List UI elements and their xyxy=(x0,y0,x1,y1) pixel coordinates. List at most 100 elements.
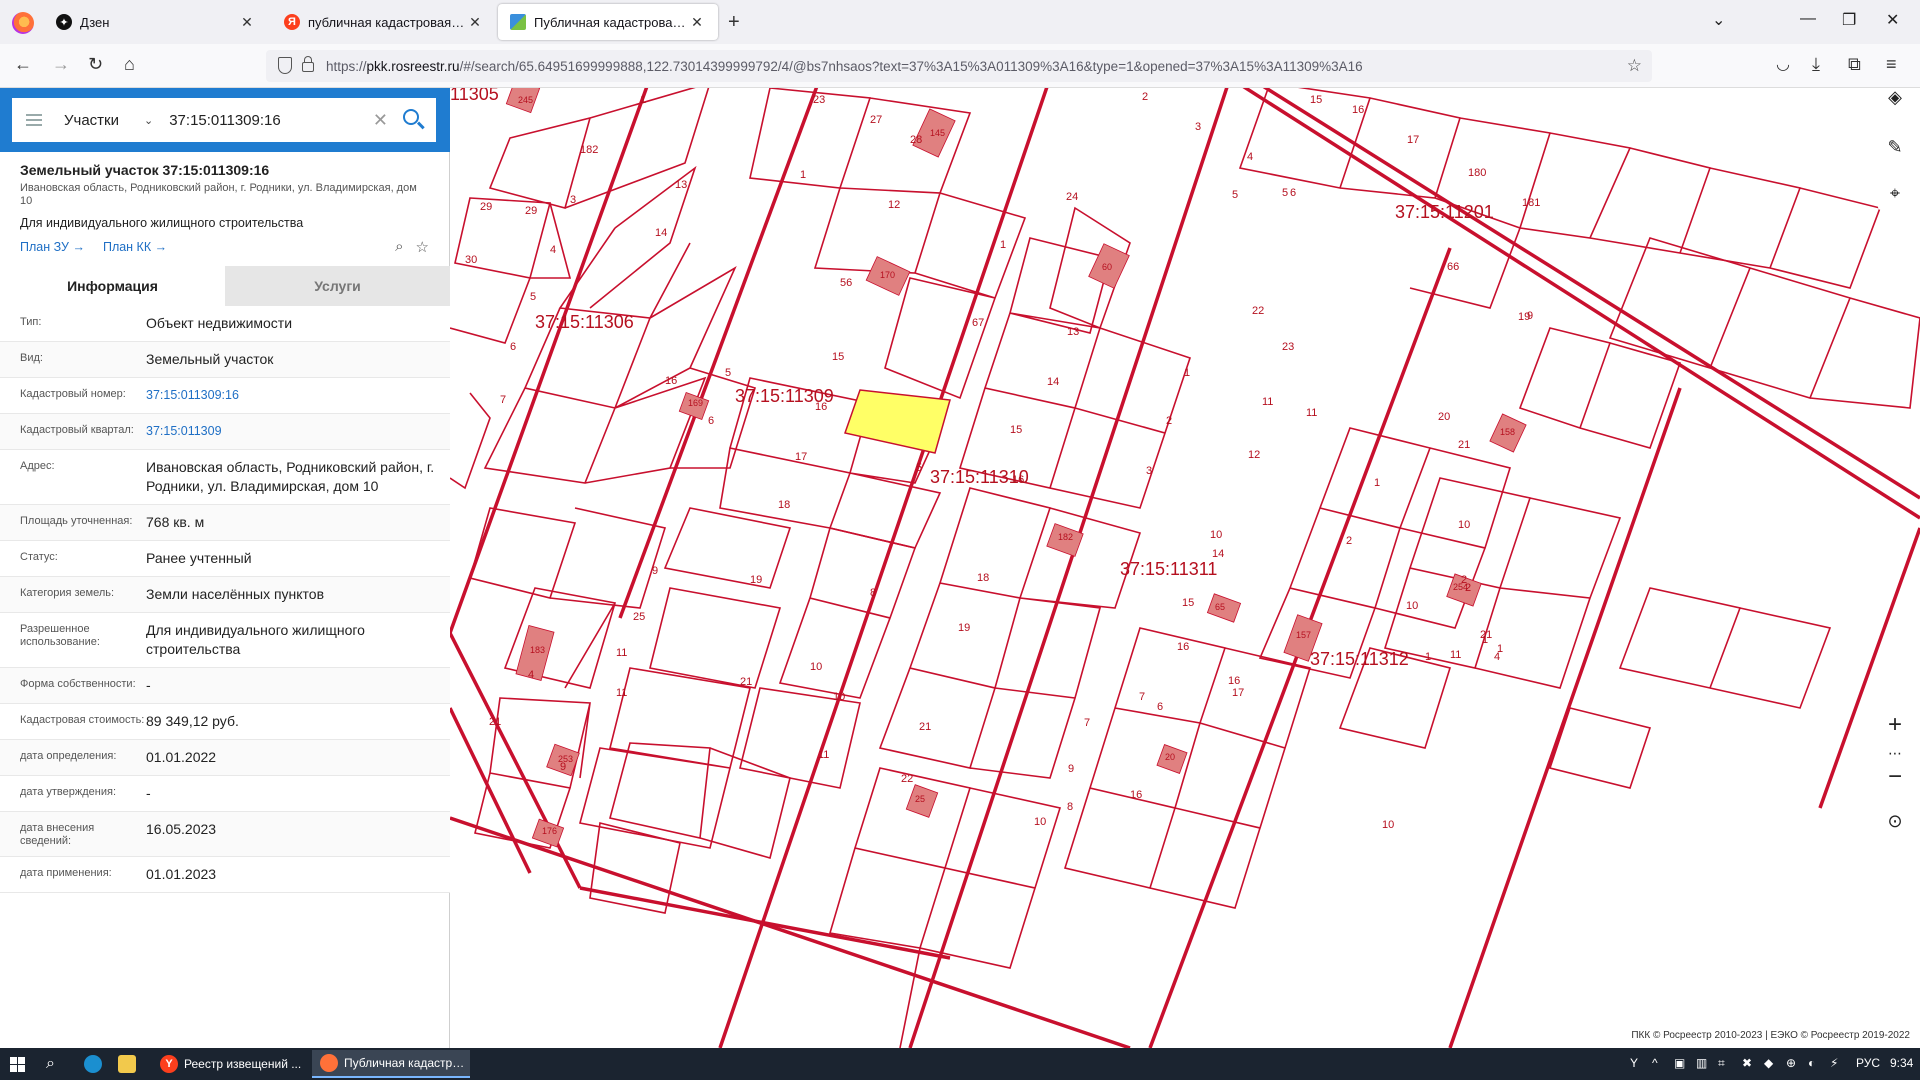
taskbar-app-yandex[interactable]: Y Реестр извещений ... xyxy=(152,1050,310,1078)
parcel-number-label: 10 xyxy=(810,661,822,673)
search-icon[interactable] xyxy=(398,105,428,135)
quarter-boundary-line xyxy=(1448,387,1682,1048)
clear-search-icon[interactable]: ✕ xyxy=(373,110,388,131)
downloads-icon[interactable]: ⤓ xyxy=(1812,54,1820,75)
tray-network-icon[interactable]: ⌗ xyxy=(1718,1056,1725,1071)
parcel-number-label: 3 xyxy=(570,194,576,206)
tab-information[interactable]: Информация xyxy=(0,266,225,306)
tray-app-icon[interactable]: ▥ xyxy=(1696,1056,1707,1070)
address-bar[interactable]: https://pkk.rosreestr.ru/#/search/65.649… xyxy=(266,50,1652,82)
menu-hamburger-icon[interactable] xyxy=(26,111,42,129)
property-row: Вид: Земельный участок xyxy=(0,342,450,378)
tray-app-icon[interactable]: ⊕ xyxy=(1786,1056,1796,1070)
firefox-logo-icon[interactable] xyxy=(12,12,34,34)
tracking-protection-icon[interactable] xyxy=(278,57,292,74)
forward-button[interactable]: → xyxy=(52,54,70,75)
zoom-to-object-icon[interactable]: ⌕ xyxy=(395,238,403,256)
restore-button[interactable]: ❐ xyxy=(1842,10,1856,30)
property-row: Разрешенное использование: Для индивидуал… xyxy=(0,613,450,668)
locate-icon[interactable]: ⌖ xyxy=(1878,176,1912,210)
clock[interactable]: 9:34 xyxy=(1890,1056,1913,1070)
parcel-number-label: 11 xyxy=(1450,649,1461,661)
layers-icon[interactable]: ◈ xyxy=(1878,88,1912,114)
parcel-number-label: 24 xyxy=(1066,191,1078,203)
tray-app-icon[interactable]: ▣ xyxy=(1674,1056,1685,1070)
close-tab-icon[interactable]: ✕ xyxy=(688,14,706,31)
property-value-link[interactable]: 37:15:011309 xyxy=(146,414,450,449)
new-tab-button[interactable]: + xyxy=(728,11,740,34)
parcel-number-label: 6 xyxy=(1290,187,1296,199)
plan-zu-link[interactable]: План ЗУ → xyxy=(20,240,85,254)
bookmark-star-icon[interactable]: ☆ xyxy=(1627,56,1642,76)
tray-app-icon[interactable]: ⚡ xyxy=(1830,1056,1838,1070)
favorite-star-icon[interactable]: ☆ xyxy=(416,238,429,256)
parcel-number-label: 182 xyxy=(580,144,598,156)
home-button[interactable]: ⌂ xyxy=(124,54,135,75)
tab-yandex-search[interactable]: Я публичная кадастровая карта ✕ xyxy=(272,4,496,40)
search-icon[interactable]: ⌕ xyxy=(46,1048,55,1080)
url-text[interactable]: https://pkk.rosreestr.ru/#/search/65.649… xyxy=(326,59,1363,74)
parcel-number-label: 11 xyxy=(1306,407,1317,419)
property-key: дата определения: xyxy=(20,750,117,762)
parcel-number-label: 21 xyxy=(489,716,501,728)
tray-yandex-icon[interactable]: Y xyxy=(1630,1056,1638,1070)
quarter-boundary-line xyxy=(450,707,532,874)
explorer-icon[interactable] xyxy=(118,1048,142,1080)
back-button[interactable]: ← xyxy=(14,54,32,75)
tab-services[interactable]: Услуги xyxy=(225,266,450,306)
language-indicator[interactable]: РУС xyxy=(1856,1056,1880,1070)
reload-button[interactable]: ↻ xyxy=(88,54,103,75)
parcel-number-label: 30 xyxy=(465,254,477,266)
selected-parcel[interactable] xyxy=(844,389,951,454)
tab-title: публичная кадастровая карта xyxy=(308,14,466,30)
property-row: дата утверждения: - xyxy=(0,776,450,812)
zoom-out-button[interactable]: − xyxy=(1878,760,1912,794)
property-key: Адрес: xyxy=(20,460,55,472)
extensions-icon[interactable]: ⧉ xyxy=(1848,54,1861,75)
search-category-select[interactable]: Участки xyxy=(64,112,144,129)
pocket-icon[interactable]: ◡ xyxy=(1776,54,1790,74)
firefox-icon xyxy=(320,1054,338,1072)
tray-app-icon[interactable]: ◐ xyxy=(1808,1056,1815,1070)
parcel-number-label: 19 xyxy=(1518,311,1530,323)
minimize-button[interactable]: — xyxy=(1800,10,1816,28)
ruler-icon[interactable]: ✎ xyxy=(1878,130,1912,164)
cadastral-map[interactable]: 37:15:11305 37:15:11306 37:15:11309 37:1… xyxy=(450,88,1920,1048)
my-location-icon[interactable]: ⊙ xyxy=(1878,804,1912,838)
building-number-label: 20 xyxy=(1165,752,1175,762)
map-canvas[interactable]: 37:15:11305 37:15:11306 37:15:11309 37:1… xyxy=(450,88,1920,1048)
parcel-number-label: 17 xyxy=(1407,134,1419,146)
parcel-number-label: 21 xyxy=(740,676,752,688)
tab-dzen[interactable]: ✦ Дзен ✕ xyxy=(44,4,268,40)
parcel-number-label: 15 xyxy=(832,351,844,363)
close-tab-icon[interactable]: ✕ xyxy=(466,14,484,31)
plan-kk-link[interactable]: План КК → xyxy=(103,240,167,254)
list-tabs-icon[interactable]: ⌄ xyxy=(1712,10,1725,30)
close-window-button[interactable]: ✕ xyxy=(1886,10,1899,30)
info-panel: Участки ⌄ 37:15:011309:16 ✕ ‹ Земельный … xyxy=(0,88,466,1048)
tray-app-icon[interactable]: ◆ xyxy=(1764,1056,1773,1070)
quarter-boundary-line xyxy=(1242,88,1920,520)
search-input[interactable]: 37:15:011309:16 xyxy=(169,112,373,129)
parcel-number-label: 5 xyxy=(530,291,536,303)
parcel-number-label: 16 xyxy=(1228,675,1240,687)
taskbar-app-firefox[interactable]: Публичная кадастро... xyxy=(312,1050,470,1078)
chevron-down-icon[interactable]: ⌄ xyxy=(144,114,153,127)
property-value-link[interactable]: 37:15:011309:16 xyxy=(146,378,450,413)
property-row: Адрес: Ивановская область, Родниковский р… xyxy=(0,450,450,505)
tray-chevron-icon[interactable]: ^ xyxy=(1652,1056,1658,1070)
close-tab-icon[interactable]: ✕ xyxy=(238,14,256,31)
tab-pkk[interactable]: Публичная кадастровая карта ✕ xyxy=(498,4,718,40)
property-row: дата внесения сведений: 16.05.2023 xyxy=(0,812,450,857)
building-number-label: 253 xyxy=(558,754,573,764)
parcel-number-label: 22 xyxy=(1252,305,1264,317)
quarter-label-11306: 37:15:11306 xyxy=(535,312,634,332)
tray-volume-icon[interactable]: ✖ xyxy=(1742,1056,1752,1070)
object-use: Для индивидуального жилищного строительс… xyxy=(20,216,304,230)
windows-start-icon[interactable] xyxy=(10,1048,25,1080)
parcel-number-label: 1 xyxy=(1000,239,1006,251)
lock-icon[interactable] xyxy=(302,56,314,72)
property-value: - xyxy=(146,785,151,801)
menu-icon[interactable]: ≡ xyxy=(1886,54,1897,75)
edge-icon[interactable] xyxy=(84,1048,108,1080)
